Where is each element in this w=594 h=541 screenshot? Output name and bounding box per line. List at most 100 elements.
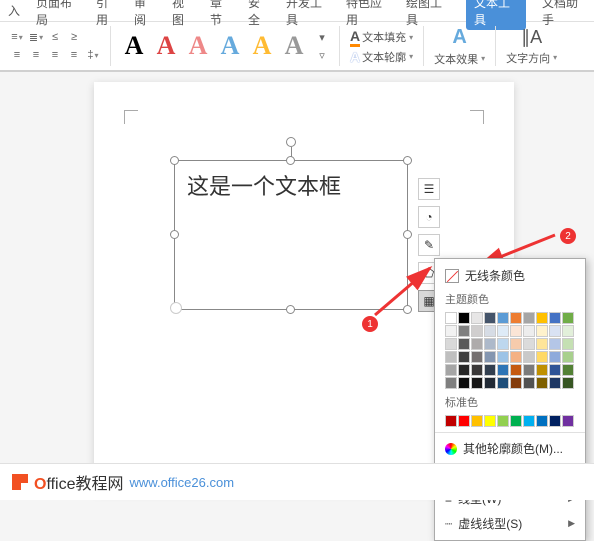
align-center-button[interactable]: ≡ (27, 47, 45, 63)
style-a2[interactable]: A (151, 27, 181, 65)
color-swatch[interactable] (445, 364, 457, 376)
color-swatch[interactable] (523, 325, 535, 337)
color-swatch[interactable] (549, 377, 561, 389)
color-swatch[interactable] (536, 325, 548, 337)
color-swatch[interactable] (458, 351, 470, 363)
style-a1[interactable]: A (119, 27, 149, 65)
color-swatch[interactable] (458, 377, 470, 389)
color-swatch[interactable] (536, 312, 548, 324)
color-swatch[interactable] (562, 312, 574, 324)
handle-ne[interactable] (403, 156, 412, 165)
color-swatch[interactable] (458, 325, 470, 337)
color-swatch[interactable] (484, 377, 496, 389)
color-swatch[interactable] (458, 338, 470, 350)
color-swatch[interactable] (549, 338, 561, 350)
line-dash-item[interactable]: ┈ 虚线线型(S)▶ (435, 511, 585, 536)
bullets-button[interactable]: ≡▾ (8, 29, 26, 45)
text-fill-button[interactable]: A文本填充▾ (350, 28, 413, 47)
color-swatch[interactable] (510, 312, 522, 324)
handle-sw[interactable] (170, 302, 182, 314)
style-a5[interactable]: A (247, 27, 277, 65)
color-swatch[interactable] (445, 325, 457, 337)
color-swatch[interactable] (549, 351, 561, 363)
color-swatch[interactable] (523, 364, 535, 376)
numbering-button[interactable]: ≣▾ (27, 29, 45, 45)
float-layout-button[interactable]: ☰ (418, 178, 440, 200)
style-a3[interactable]: A (183, 27, 213, 65)
color-swatch[interactable] (497, 351, 509, 363)
handle-s[interactable] (286, 305, 295, 314)
color-swatch[interactable] (484, 325, 496, 337)
color-swatch[interactable] (562, 377, 574, 389)
color-swatch[interactable] (484, 364, 496, 376)
color-swatch[interactable] (510, 415, 522, 427)
indent-inc-button[interactable]: ≥ (65, 29, 83, 45)
menu-insert[interactable]: 入 (8, 2, 20, 19)
color-swatch[interactable] (510, 338, 522, 350)
color-swatch[interactable] (523, 338, 535, 350)
style-a6[interactable]: A (279, 27, 309, 65)
style-a4[interactable]: A (215, 27, 245, 65)
styles-down-button[interactable]: ▾ (313, 29, 331, 45)
color-swatch[interactable] (497, 312, 509, 324)
color-swatch[interactable] (471, 338, 483, 350)
color-swatch[interactable] (523, 377, 535, 389)
indent-dec-button[interactable]: ≤ (46, 29, 64, 45)
text-effect-button[interactable]: 文本效果▾ (434, 51, 485, 67)
no-line-color-item[interactable]: 无线条颜色 (435, 263, 585, 288)
color-swatch[interactable] (523, 415, 535, 427)
color-swatch[interactable] (471, 415, 483, 427)
color-swatch[interactable] (510, 364, 522, 376)
color-swatch[interactable] (562, 338, 574, 350)
float-line-button[interactable]: ✎ (418, 234, 440, 256)
color-swatch[interactable] (445, 312, 457, 324)
handle-e[interactable] (403, 230, 412, 239)
align-justify-button[interactable]: ≡ (65, 47, 83, 63)
color-swatch[interactable] (562, 415, 574, 427)
color-swatch[interactable] (549, 312, 561, 324)
color-swatch[interactable] (562, 351, 574, 363)
color-swatch[interactable] (484, 338, 496, 350)
color-swatch[interactable] (523, 351, 535, 363)
color-swatch[interactable] (536, 338, 548, 350)
color-swatch[interactable] (484, 415, 496, 427)
text-direction-button[interactable]: 文字方向▾ (506, 50, 557, 66)
color-swatch[interactable] (471, 364, 483, 376)
color-swatch[interactable] (471, 377, 483, 389)
handle-nw[interactable] (170, 156, 179, 165)
color-swatch[interactable] (497, 415, 509, 427)
color-swatch[interactable] (536, 364, 548, 376)
color-swatch[interactable] (458, 364, 470, 376)
color-swatch[interactable] (497, 338, 509, 350)
color-swatch[interactable] (536, 377, 548, 389)
color-swatch[interactable] (536, 415, 548, 427)
color-swatch[interactable] (549, 415, 561, 427)
color-swatch[interactable] (445, 338, 457, 350)
color-swatch[interactable] (471, 351, 483, 363)
color-swatch[interactable] (510, 325, 522, 337)
color-swatch[interactable] (510, 351, 522, 363)
color-swatch[interactable] (471, 312, 483, 324)
align-left-button[interactable]: ≡ (8, 47, 26, 63)
color-swatch[interactable] (562, 364, 574, 376)
color-swatch[interactable] (497, 377, 509, 389)
color-swatch[interactable] (471, 325, 483, 337)
color-swatch[interactable] (445, 415, 457, 427)
rotate-handle[interactable] (286, 137, 296, 147)
handle-n[interactable] (286, 156, 295, 165)
color-swatch[interactable] (445, 377, 457, 389)
color-swatch[interactable] (458, 415, 470, 427)
textbox-content[interactable]: 这是一个文本框 (175, 161, 407, 209)
line-spacing-button[interactable]: ‡▾ (84, 47, 102, 63)
color-swatch[interactable] (523, 312, 535, 324)
color-swatch[interactable] (562, 325, 574, 337)
styles-more-button[interactable]: ▿ (313, 47, 331, 63)
color-swatch[interactable] (484, 351, 496, 363)
color-swatch[interactable] (458, 312, 470, 324)
color-swatch[interactable] (549, 364, 561, 376)
float-fill-button[interactable]: ◔ (418, 206, 440, 228)
color-swatch[interactable] (536, 351, 548, 363)
color-swatch[interactable] (549, 325, 561, 337)
color-swatch[interactable] (484, 312, 496, 324)
align-right-button[interactable]: ≡ (46, 47, 64, 63)
